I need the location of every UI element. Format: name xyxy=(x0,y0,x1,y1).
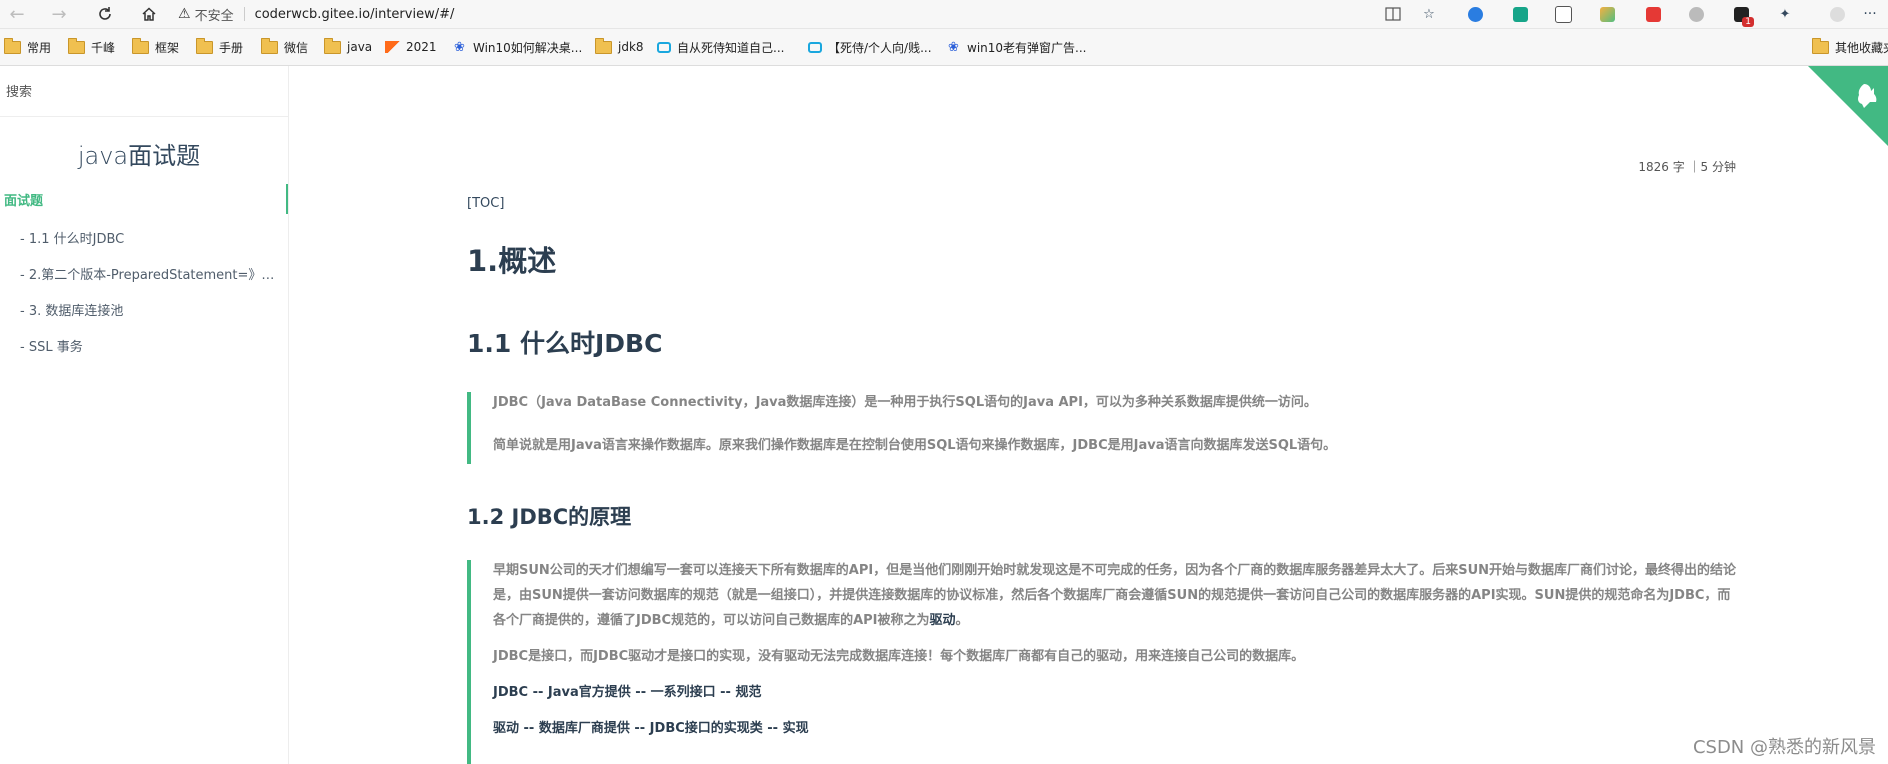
other-bookmarks-item[interactable]: 其他收藏夹 xyxy=(1812,37,1888,57)
csdn-watermark: CSDN @熟悉的新风景 xyxy=(1692,737,1876,758)
app-name[interactable]: java面试题 xyxy=(0,136,278,171)
word-count: 1826 字 ｜5 分钟 xyxy=(1638,160,1736,174)
search-box xyxy=(0,66,288,117)
back-button[interactable]: ← xyxy=(6,3,28,25)
extension-image-icon[interactable] xyxy=(1597,4,1617,24)
more-menu-button[interactable]: ··· xyxy=(1860,4,1880,24)
search-input[interactable] xyxy=(4,80,278,104)
bilibili-icon xyxy=(808,41,822,53)
folder-icon xyxy=(261,37,278,54)
baidu-paw-icon: ❀ xyxy=(948,39,959,55)
quote-paragraph: JDBC是接口，而JDBC驱动才是接口的实现，没有驱动无法完成数据库连接！每个数… xyxy=(493,649,1305,664)
sidebar-item-interview[interactable]: 面试题 xyxy=(4,190,43,209)
bookmark-item[interactable]: 自从死侍知道自己... xyxy=(657,37,784,57)
browser-toolbar: ← → ⚠ 不安全 coderwcb.gitee.io/interview/#/… xyxy=(0,0,1888,29)
security-label[interactable]: 不安全 xyxy=(195,5,234,24)
bookmark-item[interactable]: 微信 xyxy=(261,37,308,57)
heading-jdbc-principle[interactable]: 1.2 JDBC的原理 xyxy=(467,501,631,531)
bookmark-item[interactable]: 手册 xyxy=(196,37,243,57)
favorite-star-icon[interactable]: ☆ xyxy=(1419,4,1439,24)
bookmark-item[interactable]: 【死侍/个人向/贱... xyxy=(808,37,932,57)
quote-paragraph: JDBC（Java DataBase Connectivity，Java数据库连… xyxy=(493,395,1317,410)
markdown-content: 1826 字 ｜5 分钟 [TOC] 1.概述 1.1 什么时JDBC JDBC… xyxy=(289,66,1888,764)
home-button[interactable] xyxy=(138,3,160,25)
sidebar-item-ssl-transaction[interactable]: - SSL 事务 xyxy=(20,336,282,355)
bookmark-item[interactable]: 2021 xyxy=(385,37,437,57)
quote-paragraph: JDBC -- Java官方提供 -- 一系列接口 -- 规范 xyxy=(493,685,762,700)
folder-icon xyxy=(595,37,612,54)
bookmark-item[interactable]: 千峰 xyxy=(68,37,115,57)
extension-gray-icon[interactable] xyxy=(1686,4,1706,24)
collections-icon[interactable] xyxy=(1553,4,1573,24)
bookmark-item[interactable]: 常用 xyxy=(4,37,51,57)
extension-badge-icon[interactable]: 1 xyxy=(1731,4,1754,27)
bookmark-item[interactable]: jdk8 xyxy=(595,37,644,57)
quote-paragraph: 简单说就是用Java语言来操作数据库。原来我们操作数据库是在控制台使用SQL语句… xyxy=(493,438,1337,453)
bookmark-item[interactable]: 框架 xyxy=(132,37,179,57)
extension-fe-icon[interactable] xyxy=(1643,4,1663,24)
sidebar-item-preparedstatement[interactable]: - 2.第二个版本-PreparedStatement=》防SQL注入 xyxy=(20,264,282,283)
warning-icon: ⚠ xyxy=(178,6,191,22)
address-divider xyxy=(243,7,245,21)
folder-icon xyxy=(68,37,85,54)
toc-marker: [TOC] xyxy=(467,196,505,211)
extensions-puzzle-icon[interactable]: ✦ xyxy=(1775,4,1795,24)
heading-what-is-jdbc[interactable]: 1.1 什么时JDBC xyxy=(467,324,662,360)
refresh-icon xyxy=(99,7,111,20)
extension-blue-icon[interactable] xyxy=(1465,4,1485,24)
sidebar-item-connection-pool[interactable]: - 3. 数据库连接池 xyxy=(20,300,282,319)
folder-icon xyxy=(132,37,149,54)
bilibili-icon xyxy=(657,41,671,53)
extension-green-icon[interactable] xyxy=(1510,4,1530,24)
folder-icon xyxy=(4,37,21,54)
bookmark-item[interactable]: ❀ Win10如何解决桌... xyxy=(452,37,582,57)
driver-keyword: 驱动 xyxy=(929,613,956,628)
bookmarks-bar: 常用 千峰 框架 手册 微信 java 2021 ❀ Win10如何解决桌... … xyxy=(0,29,1888,66)
bookmark-item[interactable]: ❀ win10老有弹窗广告... xyxy=(946,37,1086,57)
forward-button[interactable]: → xyxy=(48,3,70,25)
refresh-button[interactable] xyxy=(94,3,116,25)
github-corner-icon[interactable] xyxy=(1808,66,1888,146)
extension-badge: 1 xyxy=(1742,17,1754,27)
bookmark-item[interactable]: java xyxy=(324,37,372,57)
quote-paragraph: 早期SUN公司的天才们想编写一套可以连接天下所有数据库的API，但是当他们刚刚开… xyxy=(493,563,1737,628)
blockquote-principle: 早期SUN公司的天才们想编写一套可以连接天下所有数据库的API，但是当他们刚刚开… xyxy=(467,560,1742,764)
blockquote-definition: JDBC（Java DataBase Connectivity，Java数据库连… xyxy=(467,392,1742,464)
active-indicator xyxy=(286,184,288,214)
folder-icon xyxy=(1812,37,1829,54)
profile-avatar[interactable] xyxy=(1827,4,1847,24)
sidebar: java面试题 面试题 - 1.1 什么时JDBC - 2.第二个版本-Prep… xyxy=(0,66,289,764)
heading-overview[interactable]: 1.概述 xyxy=(467,238,556,280)
home-icon xyxy=(142,7,156,21)
address-bar[interactable]: ⚠ 不安全 coderwcb.gitee.io/interview/#/ xyxy=(178,2,1378,26)
quote-paragraph: 驱动 -- 数据库厂商提供 -- JDBC接口的实现类 -- 实现 xyxy=(493,721,809,736)
folder-icon xyxy=(324,37,341,54)
reader-mode-icon[interactable] xyxy=(1383,4,1403,24)
flag-icon xyxy=(385,41,400,53)
folder-icon xyxy=(196,37,213,54)
baidu-paw-icon: ❀ xyxy=(454,39,465,55)
sidebar-item-jdbc[interactable]: - 1.1 什么时JDBC xyxy=(20,228,282,247)
url-text[interactable]: coderwcb.gitee.io/interview/#/ xyxy=(255,7,455,22)
